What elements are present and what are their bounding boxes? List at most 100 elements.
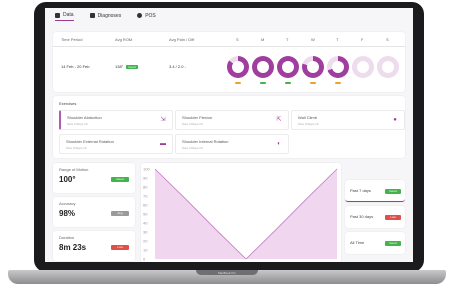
exercise-sets: Sets 3 Reps 10 — [182, 122, 203, 126]
day-progress-ring[interactable] — [302, 56, 324, 84]
status-badge: Good — [111, 177, 129, 182]
weekly-summary-panel: Time Period Avg ROM Avg Pain / Diff S M … — [53, 32, 405, 92]
day-header: M — [261, 37, 265, 42]
arrows-icon: ⇱ — [276, 117, 282, 123]
day-progress-ring[interactable] — [327, 56, 349, 84]
stat-value: 100° — [59, 175, 76, 184]
stat-value: 98% — [59, 209, 76, 218]
stat-card-accuracy[interactable]: Accuracy 98% Avg — [53, 197, 135, 227]
exercise-name: Shoulder Abduction — [67, 115, 102, 120]
exercise-card[interactable]: Shoulder Flexion Sets 3 Reps 10 ⇱ — [175, 110, 289, 130]
day-header: S — [236, 37, 239, 42]
day-progress-ring[interactable] — [277, 56, 299, 84]
weight-icon: ▬ — [160, 141, 166, 147]
exercise-card[interactable]: Wall Climb Sets 3 Reps 10 ● — [291, 110, 405, 130]
stat-label: Duration — [59, 235, 75, 240]
exercise-name: Wall Climb — [298, 115, 317, 120]
exercise-sets: Sets 3 Reps 10 — [182, 146, 203, 150]
header-avg-rom: Avg ROM — [115, 37, 133, 42]
exercise-name: Shoulder Flexion — [182, 115, 213, 120]
tab-data[interactable]: Data — [55, 12, 74, 21]
rom-chart-svg: 1009080706050403020100 — [143, 167, 338, 262]
chart-icon — [55, 12, 60, 18]
arrows-icon: ⇲ — [160, 117, 166, 123]
day-status-marker — [360, 82, 366, 84]
y-tick-label: 60 — [143, 203, 148, 208]
status-badge: Low — [111, 245, 129, 250]
y-tick-label: 100 — [143, 167, 150, 172]
tab-pos[interactable]: POS — [137, 12, 156, 21]
day-status-marker — [285, 82, 291, 84]
tab-label: POS — [145, 12, 156, 19]
day-header: F — [361, 37, 364, 42]
day-status-marker — [235, 82, 241, 84]
day-progress-ring[interactable] — [377, 56, 399, 78]
period-past-7-days[interactable]: Past 7 days Good — [345, 180, 405, 202]
settings-icon — [137, 13, 143, 18]
period-past-30-days[interactable]: Past 30 days Low — [345, 206, 405, 228]
y-tick-label: 40 — [143, 221, 148, 226]
status-badge: Good — [385, 241, 401, 246]
y-tick-label: 80 — [143, 185, 148, 190]
tab-bar: Data Diagnoses POS — [55, 12, 156, 21]
day-progress-ring[interactable] — [227, 56, 249, 84]
day-status-marker — [335, 82, 341, 84]
document-icon — [89, 13, 95, 18]
stat-card-duration[interactable]: Duration 8m 23s Low — [53, 231, 135, 261]
ring-center — [282, 61, 294, 73]
tab-diagnoses[interactable]: Diagnoses — [89, 12, 122, 21]
ring-center — [307, 61, 319, 73]
exercise-card[interactable]: Shoulder Abduction Sets 3 Reps 10 ⇲ — [59, 110, 173, 130]
moon-icon: ◐ — [277, 141, 281, 147]
y-tick-label: 0 — [143, 257, 146, 262]
ring-center — [357, 61, 369, 73]
rom-chart: 100 90 80 70 60 50 40 30 20 10 0 — [141, 163, 341, 262]
day-header: W — [311, 37, 315, 42]
day-header: T — [336, 37, 339, 42]
stat-value: 8m 23s — [59, 243, 87, 252]
status-badge: Avg — [111, 211, 129, 216]
stat-label: Accuracy — [59, 201, 76, 206]
period-label: Past 30 days — [350, 214, 374, 219]
day-progress-ring[interactable] — [352, 56, 374, 78]
pain-value: 3.4 / 2.0 - — [169, 64, 186, 69]
ring-center — [382, 61, 394, 73]
exercises-title: Exercises — [59, 101, 77, 106]
day-progress-ring[interactable] — [252, 56, 274, 84]
day-header: T — [286, 37, 289, 42]
ring-center — [257, 61, 269, 73]
exercise-card[interactable]: Shoulder Internal Rotation Sets 3 Reps 1… — [175, 134, 289, 154]
rom-value: 138° Good — [115, 64, 138, 69]
status-badge: Good — [385, 189, 401, 194]
status-badge: Low — [385, 215, 401, 220]
period-label: All Time — [350, 240, 365, 245]
app-screen: Data Diagnoses POS Time Period Avg ROM A… — [45, 8, 413, 262]
area-fill — [155, 169, 337, 259]
day-status-marker — [310, 82, 316, 84]
period-label: Past 7 days — [350, 188, 371, 193]
y-tick-label: 20 — [143, 239, 148, 244]
device-label: MacBook Pro — [217, 271, 236, 275]
header-time-period: Time Period — [61, 37, 83, 42]
exercise-name: Shoulder Internal Rotation — [182, 139, 229, 144]
y-tick-label: 30 — [143, 230, 148, 235]
stat-card-rom[interactable]: Range of Motion 100° Good — [53, 163, 135, 193]
period-all-time[interactable]: All Time Good — [345, 232, 405, 254]
exercise-sets: Sets 3 Reps 10 — [67, 122, 88, 126]
y-tick-label: 10 — [143, 248, 148, 253]
exercise-sets: Sets 3 Reps 10 — [66, 146, 87, 150]
y-tick-label: 50 — [143, 212, 148, 217]
day-header: S — [386, 37, 389, 42]
exercises-panel: Exercises Shoulder Abduction Sets 3 Reps… — [53, 96, 405, 158]
y-tick-label: 70 — [143, 194, 148, 199]
divider — [53, 46, 405, 47]
ring-center — [232, 61, 244, 73]
day-status-marker — [260, 82, 266, 84]
day-status-marker — [385, 82, 391, 84]
exercise-card[interactable]: Shoulder External Rotation Sets 3 Reps 1… — [59, 134, 173, 154]
ring-center — [332, 61, 344, 73]
tab-label: Diagnoses — [97, 12, 122, 19]
rom-badge: Good — [126, 64, 138, 69]
exercise-sets: Sets 3 Reps 10 — [298, 122, 319, 126]
exercise-name: Shoulder External Rotation — [66, 139, 114, 144]
